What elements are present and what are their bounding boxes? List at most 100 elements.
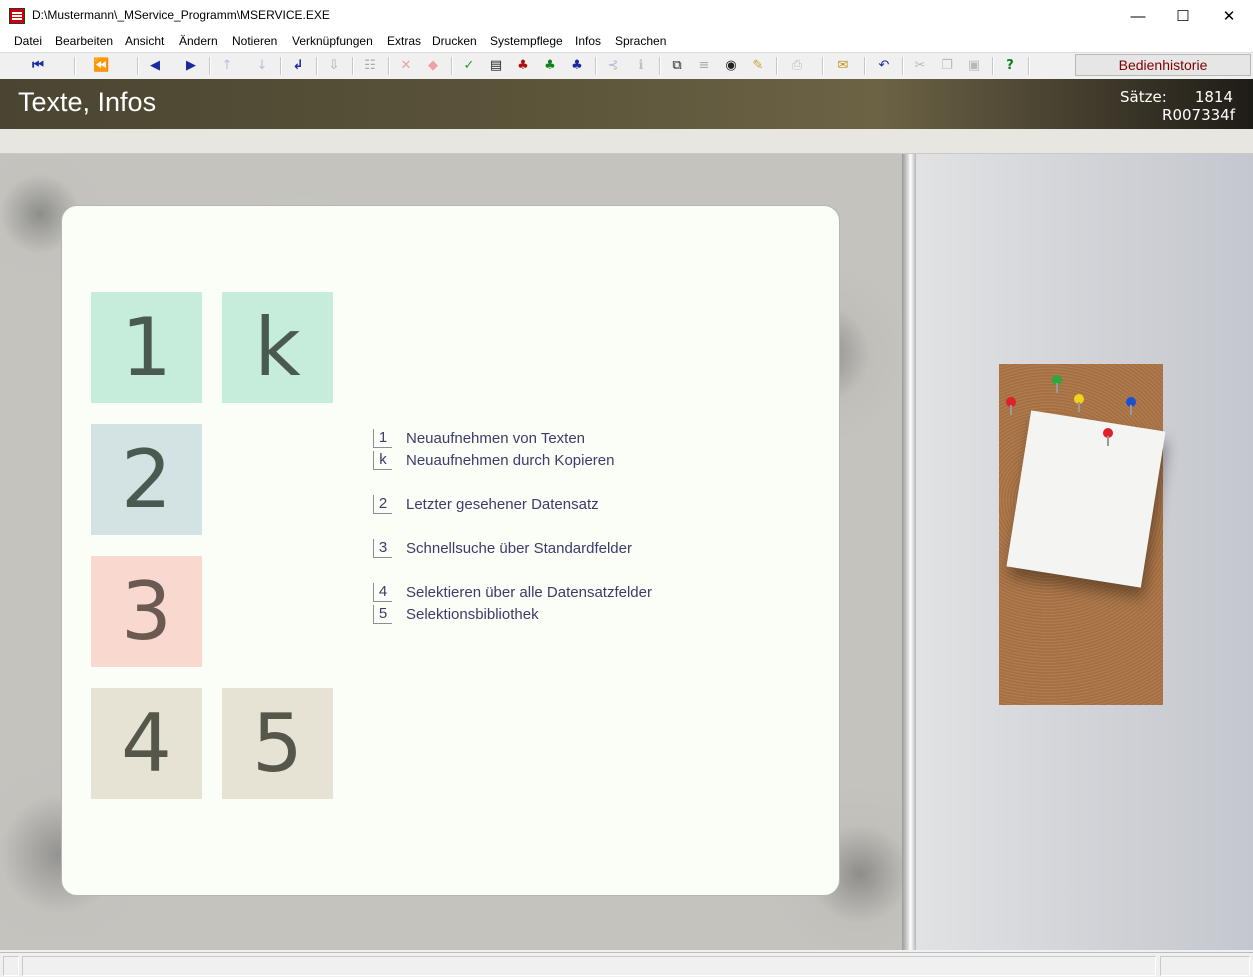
toolbar-separator bbox=[595, 57, 597, 75]
green-frog-icon[interactable]: ♣ bbox=[542, 58, 558, 74]
minimize-button[interactable]: — bbox=[1115, 0, 1161, 32]
list-icon[interactable]: ≡ bbox=[696, 58, 712, 74]
first-record-icon[interactable]: ⏮ bbox=[30, 58, 46, 74]
printer-icon[interactable]: ⎙ bbox=[789, 58, 805, 74]
status-bar bbox=[0, 952, 1253, 977]
menu-sprachen[interactable]: Sprachen bbox=[615, 34, 666, 48]
binoculars-icon[interactable]: ⧉ bbox=[669, 58, 685, 74]
toolbar-separator bbox=[1028, 57, 1030, 75]
mail-icon[interactable]: ✉ bbox=[835, 58, 851, 74]
toolbar-separator bbox=[316, 57, 318, 75]
delete-icon[interactable]: ✕ bbox=[398, 58, 414, 74]
undo-icon[interactable]: ↶ bbox=[876, 58, 892, 74]
tile-1[interactable]: 1 bbox=[91, 292, 202, 403]
record-id: R007334f bbox=[1162, 106, 1235, 124]
menu-bearbeiten[interactable]: Bearbeiten bbox=[55, 34, 113, 48]
green-pin-icon bbox=[1052, 375, 1062, 393]
app-icon[interactable] bbox=[9, 8, 25, 24]
history-button[interactable]: Bedienhistorie bbox=[1075, 54, 1251, 76]
enter-icon[interactable]: ↲ bbox=[290, 58, 306, 74]
info-icon[interactable]: ℹ bbox=[633, 58, 649, 74]
option-key-5[interactable]: 5 bbox=[373, 605, 392, 624]
toolbar-separator bbox=[352, 57, 354, 75]
option-quick-search[interactable]: Schnellsuche über Standardfelder bbox=[406, 540, 632, 557]
eye-icon[interactable]: ◉ bbox=[723, 58, 739, 74]
import-icon[interactable]: ⇩ bbox=[326, 58, 342, 74]
splitter[interactable] bbox=[902, 154, 916, 950]
tile-1-label: 1 bbox=[121, 301, 172, 394]
toolbar-separator bbox=[776, 57, 778, 75]
option-key-2[interactable]: 2 bbox=[373, 495, 392, 514]
tile-5-label: 5 bbox=[252, 697, 303, 790]
header-band: Texte, Infos bbox=[0, 79, 1253, 129]
menu-systempflege[interactable]: Systempflege bbox=[490, 34, 563, 48]
link-icon[interactable]: ⊰ bbox=[605, 58, 621, 74]
previous-page-icon[interactable]: ⏪ bbox=[93, 58, 109, 74]
toolbar-separator bbox=[451, 57, 453, 75]
record-count-value: 1814 bbox=[1194, 88, 1233, 106]
cut-icon[interactable]: ✂ bbox=[912, 58, 928, 74]
toolbar-separator bbox=[209, 57, 211, 75]
close-button[interactable]: ✕ bbox=[1206, 0, 1252, 32]
previous-record-icon[interactable]: ◀ bbox=[147, 58, 163, 74]
toolbar-separator bbox=[659, 57, 661, 75]
next-record-icon[interactable]: ▶ bbox=[183, 58, 199, 74]
window-title: D:\Mustermann\_MService_Programm\MSERVIC… bbox=[32, 8, 330, 22]
red-frog-icon[interactable]: ♣ bbox=[515, 58, 531, 74]
paste-icon[interactable]: ▣ bbox=[966, 58, 982, 74]
pencil-icon[interactable]: ✎ bbox=[750, 58, 766, 74]
tile-3[interactable]: 3 bbox=[91, 556, 202, 667]
insert-icon[interactable]: ☷ bbox=[362, 58, 378, 74]
move-up-icon[interactable]: ↑ bbox=[219, 58, 235, 74]
tile-3-label: 3 bbox=[121, 565, 172, 658]
status-cell bbox=[1160, 956, 1250, 976]
tile-2[interactable]: 2 bbox=[91, 424, 202, 535]
menu-drucken[interactable]: Drucken bbox=[432, 34, 477, 48]
toolbar-separator bbox=[864, 57, 866, 75]
maximize-button[interactable]: ☐ bbox=[1160, 0, 1206, 32]
toolbar-separator bbox=[137, 57, 139, 75]
menu-verknuepfungen[interactable]: Verknüpfungen bbox=[292, 34, 373, 48]
eraser-icon[interactable]: ◆ bbox=[425, 58, 441, 74]
red-pin-icon bbox=[1103, 428, 1113, 446]
toolbar-separator bbox=[902, 57, 904, 75]
option-key-4[interactable]: 4 bbox=[373, 583, 392, 602]
form-view-icon[interactable]: ▤ bbox=[488, 58, 504, 74]
menu-datei[interactable]: Datei bbox=[14, 34, 42, 48]
help-icon[interactable]: ? bbox=[1002, 58, 1018, 74]
option-last-record[interactable]: Letzter gesehener Datensatz bbox=[406, 496, 599, 513]
move-down-icon[interactable]: ↓ bbox=[254, 58, 270, 74]
option-select-all-fields[interactable]: Selektieren über alle Datensatzfelder bbox=[406, 584, 652, 601]
status-cell bbox=[3, 956, 19, 976]
toolbar-separator bbox=[74, 57, 76, 75]
confirm-check-icon[interactable]: ✓ bbox=[461, 58, 477, 74]
sub-bar bbox=[0, 129, 1253, 154]
menu-aendern[interactable]: Ändern bbox=[179, 34, 218, 48]
option-copy-new[interactable]: Neuaufnehmen durch Kopieren bbox=[406, 452, 614, 469]
blue-frog-icon[interactable]: ♣ bbox=[569, 58, 585, 74]
toolbar-separator bbox=[388, 57, 390, 75]
yellow-pin-icon bbox=[1074, 394, 1084, 412]
window-titlebar: D:\Mustermann\_MService_Programm\MSERVIC… bbox=[0, 0, 1253, 33]
option-selection-library[interactable]: Selektionsbibliothek bbox=[406, 606, 539, 623]
blue-pin-icon bbox=[1126, 397, 1136, 415]
page-title: Texte, Infos bbox=[18, 87, 157, 117]
option-key-3[interactable]: 3 bbox=[373, 539, 392, 558]
menu-extras[interactable]: Extras bbox=[387, 34, 421, 48]
menu-infos[interactable]: Infos bbox=[575, 34, 601, 48]
tile-k[interactable]: k bbox=[222, 292, 333, 403]
toolbar-separator bbox=[280, 57, 282, 75]
tile-4-label: 4 bbox=[121, 697, 172, 790]
menu-notieren[interactable]: Notieren bbox=[232, 34, 277, 48]
menu-bar: Datei Bearbeiten Ansicht Ändern Notieren… bbox=[0, 32, 1253, 52]
tile-5[interactable]: 5 bbox=[222, 688, 333, 799]
copy-icon[interactable]: ❐ bbox=[939, 58, 955, 74]
option-new-text[interactable]: Neuaufnehmen von Texten bbox=[406, 430, 585, 447]
toolbar-separator bbox=[822, 57, 824, 75]
tile-4[interactable]: 4 bbox=[91, 688, 202, 799]
option-key-k[interactable]: k bbox=[373, 451, 392, 470]
pinned-note-image bbox=[1006, 410, 1166, 588]
tile-2-label: 2 bbox=[121, 433, 172, 526]
menu-ansicht[interactable]: Ansicht bbox=[125, 34, 164, 48]
option-key-1[interactable]: 1 bbox=[373, 429, 392, 448]
